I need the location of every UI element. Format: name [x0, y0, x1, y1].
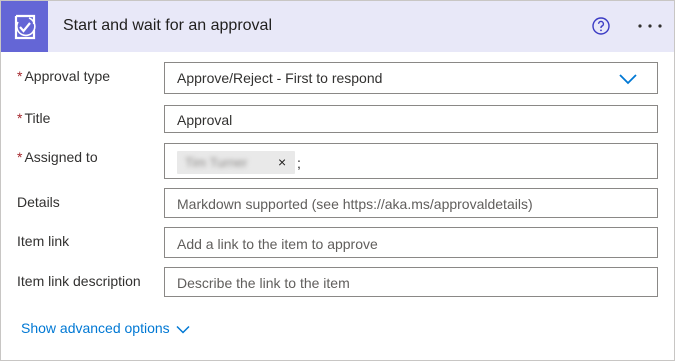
required-marker: * [17, 149, 23, 165]
action-header[interactable]: Start and wait for an approval [1, 1, 674, 52]
item-link-input[interactable]: Add a link to the item to approve [164, 227, 658, 258]
item-link-placeholder: Add a link to the item to approve [177, 236, 378, 252]
assigned-to-label: * Assigned to [17, 149, 98, 165]
required-marker: * [17, 68, 23, 84]
title-input[interactable]: Approval [164, 105, 658, 133]
assignee-separator: ; [297, 155, 301, 171]
remove-assignee-icon[interactable]: × [278, 154, 286, 170]
action-title: Start and wait for an approval [63, 17, 273, 34]
help-icon[interactable] [591, 16, 611, 41]
approval-type-label-text: Approval type [24, 68, 111, 84]
title-label-text: Title [24, 110, 51, 126]
assigned-to-input[interactable]: Tim Turner × ; [164, 143, 658, 179]
required-marker: * [17, 110, 23, 126]
show-advanced-options-link[interactable]: Show advanced options [21, 320, 190, 336]
approval-type-value: Approve/Reject - First to respond [177, 70, 383, 86]
more-options-icon[interactable] [637, 16, 663, 41]
approval-icon [1, 1, 48, 52]
details-label: Details [17, 194, 60, 210]
chevron-down-icon [176, 325, 190, 334]
details-input[interactable]: Markdown supported (see https://aka.ms/a… [164, 188, 658, 218]
approval-type-label: * Approval type [17, 68, 110, 84]
approval-action-card: Start and wait for an approval * Approval… [0, 0, 675, 361]
chevron-down-icon[interactable] [619, 72, 637, 88]
item-link-description-input[interactable]: Describe the link to the item [164, 267, 658, 297]
assignee-chip[interactable]: Tim Turner × [177, 151, 295, 174]
approval-type-dropdown[interactable]: Approve/Reject - First to respond [164, 62, 658, 94]
assigned-to-label-text: Assigned to [24, 149, 98, 165]
assignee-name: Tim Turner [185, 155, 248, 170]
item-link-description-placeholder: Describe the link to the item [177, 275, 350, 291]
item-link-description-label: Item link description [17, 273, 141, 289]
details-placeholder: Markdown supported (see https://aka.ms/a… [177, 196, 533, 212]
title-label: * Title [17, 110, 50, 126]
title-value: Approval [177, 112, 233, 128]
item-link-label: Item link [17, 233, 70, 249]
advanced-options-label: Show advanced options [21, 320, 170, 336]
